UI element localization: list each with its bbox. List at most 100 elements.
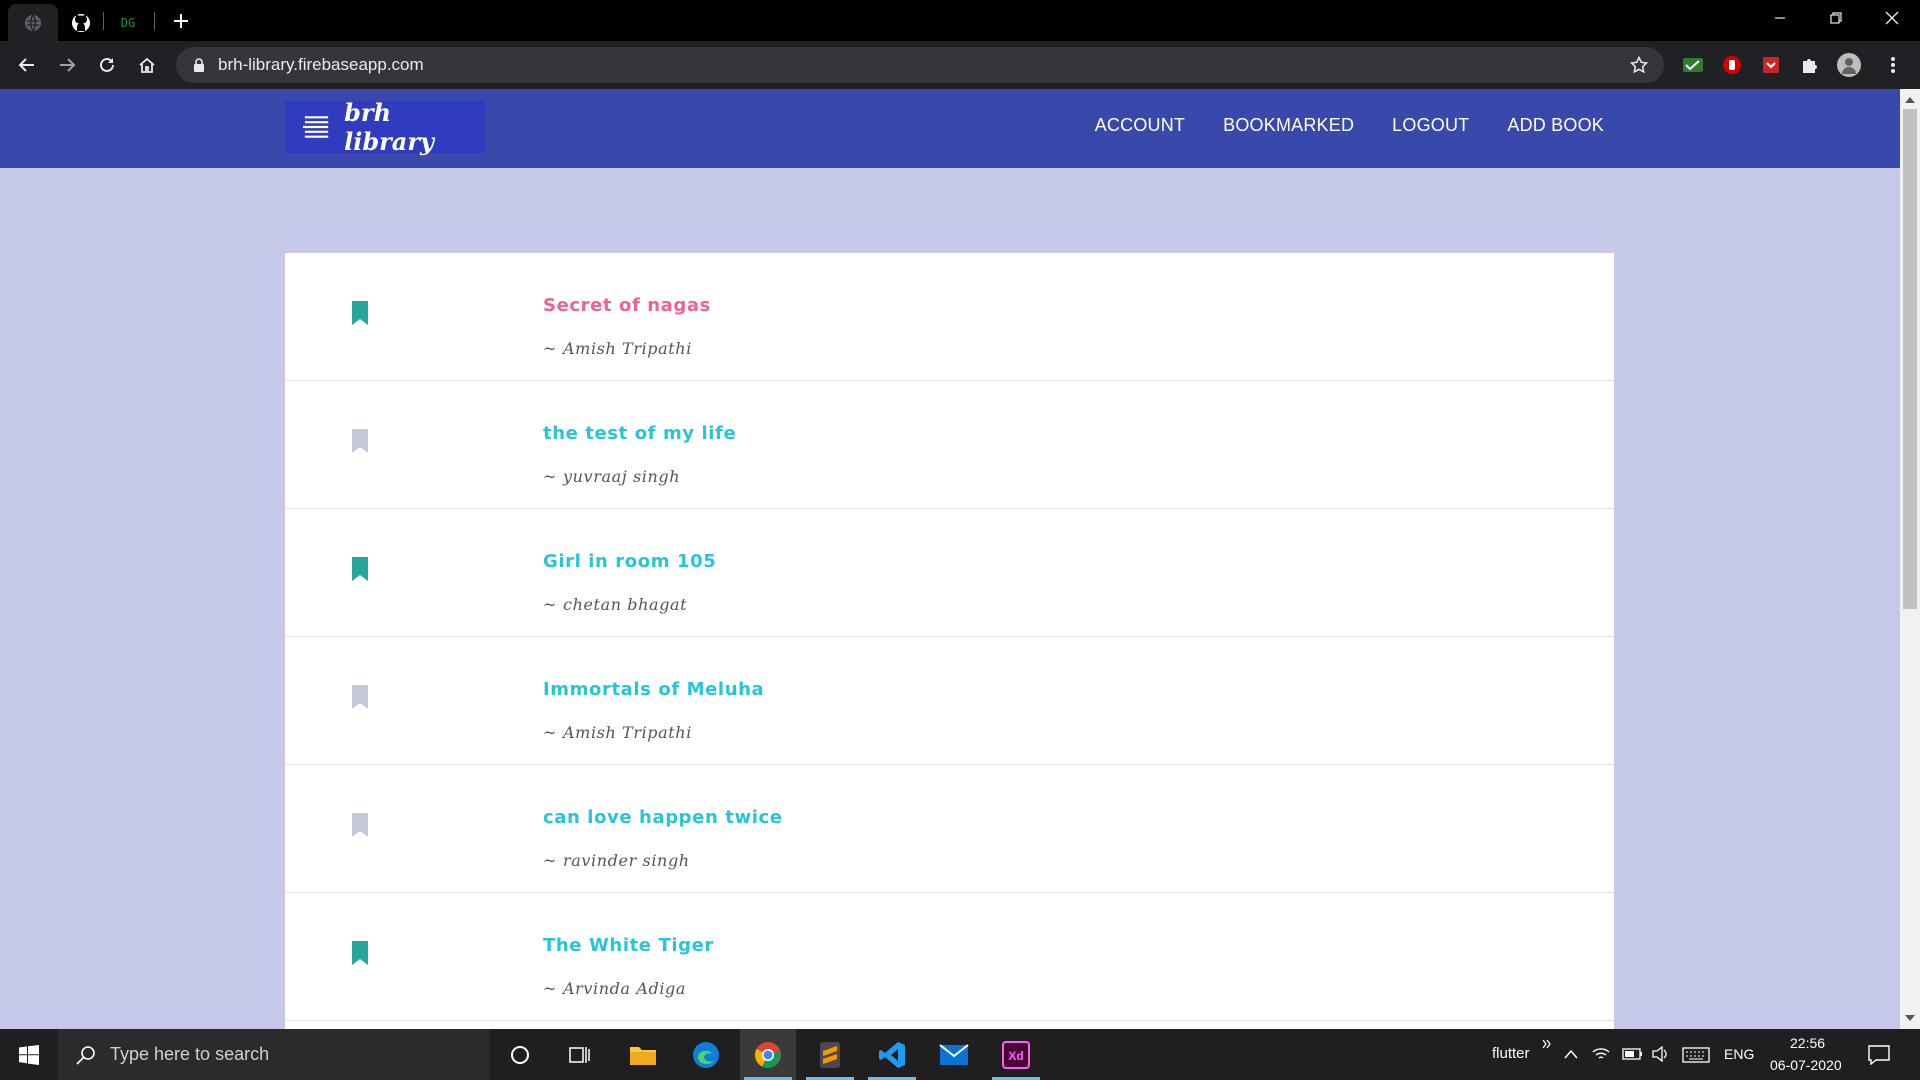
reload-icon: [100, 57, 114, 72]
home-icon: [139, 57, 155, 73]
browser-menu-button[interactable]: [1878, 50, 1908, 80]
brand-name: brh library: [344, 98, 434, 156]
taskbar-mail[interactable]: [926, 1029, 982, 1080]
mail-check-icon: [1683, 58, 1703, 72]
svg-text:Xd: Xd: [1008, 1049, 1023, 1063]
home-button[interactable]: [131, 49, 163, 81]
menu-lines-icon: [302, 116, 329, 138]
book-row[interactable]: The White Tiger ~ Arvinda Adiga: [285, 893, 1614, 1021]
lock-icon: [194, 58, 204, 72]
book-row[interactable]: the test of my life ~ yuvraaj singh: [285, 381, 1614, 509]
extension-hand-stop[interactable]: [1717, 50, 1747, 80]
taskbar-sublime[interactable]: [802, 1029, 858, 1080]
taskbar-adobe-xd[interactable]: Xd: [988, 1029, 1044, 1080]
puzzle-icon: [1803, 59, 1817, 73]
windows-logo-icon: [19, 1044, 39, 1065]
keyboard-icon[interactable]: [1682, 1047, 1710, 1063]
browser-tab-github[interactable]: [62, 4, 100, 41]
page-viewport: brh library ACCOUNT BOOKMARKED LOGOUT AD…: [0, 89, 1900, 1029]
scroll-down-arrow-icon[interactable]: [1905, 1015, 1915, 1021]
bookmark-icon[interactable]: [350, 557, 370, 581]
back-button[interactable]: [11, 49, 43, 81]
book-title[interactable]: can love happen twice: [543, 807, 783, 828]
bookmark-icon[interactable]: [350, 429, 370, 453]
chevron-up-icon[interactable]: [1564, 1049, 1578, 1059]
book-title[interactable]: The White Tiger: [543, 935, 714, 956]
browser-tab-bar: DG: [0, 0, 1920, 41]
book-author: ~ Amish Tripathi: [543, 339, 692, 358]
book-row[interactable]: can love happen twice ~ ravinder singh: [285, 765, 1614, 893]
clock-time[interactable]: 22:56: [1790, 1035, 1825, 1051]
taskbar-vscode[interactable]: [864, 1029, 920, 1080]
adobe-xd-icon: Xd: [1002, 1040, 1030, 1069]
search-icon: [76, 1045, 95, 1065]
new-tab-button[interactable]: [166, 6, 196, 36]
nav-account[interactable]: ACCOUNT: [1095, 115, 1185, 136]
browser-tab-active[interactable]: [8, 4, 58, 41]
mail-icon: [939, 1043, 969, 1065]
book-title[interactable]: Secret of nagas: [543, 295, 711, 316]
nav-bookmarked[interactable]: BOOKMARKED: [1223, 115, 1354, 136]
book-author-name: Amish Tripathi: [563, 339, 692, 358]
browser-tab-dg[interactable]: DG: [106, 4, 150, 41]
star-icon[interactable]: [1630, 56, 1648, 74]
restore-button[interactable]: [1808, 0, 1864, 36]
bookmark-icon[interactable]: [350, 941, 370, 965]
minimize-button[interactable]: [1752, 0, 1808, 36]
brand-logo[interactable]: brh library: [285, 98, 485, 156]
bookmark-icon[interactable]: [350, 301, 370, 325]
book-author-name: ravinder singh: [563, 851, 690, 870]
wifi-icon[interactable]: [1592, 1046, 1610, 1062]
book-title[interactable]: the test of my life: [543, 423, 736, 444]
notifications-icon[interactable]: [1868, 1045, 1890, 1065]
github-icon: [72, 13, 90, 32]
taskbar-chrome[interactable]: [740, 1029, 796, 1080]
clock-date[interactable]: 06-07-2020: [1770, 1057, 1842, 1073]
chevron-double-right-icon[interactable]: [1542, 1039, 1552, 1049]
page-scrollbar[interactable]: [1900, 89, 1920, 1029]
browser-toolbar: brh-library.firebaseapp.com: [0, 41, 1920, 89]
nav-logout[interactable]: LOGOUT: [1392, 115, 1469, 136]
forward-button[interactable]: [51, 49, 83, 81]
tray-app-label[interactable]: flutter: [1492, 1045, 1530, 1062]
plus-icon: [174, 14, 188, 28]
book-author-name: yuvraaj singh: [563, 467, 681, 486]
bookmark-icon[interactable]: [350, 685, 370, 709]
vscode-icon: [879, 1041, 905, 1068]
taskbar-search[interactable]: Type here to search: [58, 1029, 490, 1080]
taskbar-edge[interactable]: [678, 1029, 734, 1080]
arrow-right-icon: [60, 58, 76, 72]
bookmark-icon[interactable]: [350, 813, 370, 837]
task-view-button[interactable]: [552, 1029, 608, 1080]
battery-icon[interactable]: [1622, 1047, 1644, 1061]
volume-icon[interactable]: [1652, 1046, 1670, 1062]
book-title[interactable]: Immortals of Meluha: [543, 679, 764, 700]
scroll-up-arrow-icon[interactable]: [1905, 97, 1915, 103]
dg-tab-label: DG: [120, 15, 136, 30]
taskbar-file-explorer[interactable]: [615, 1029, 671, 1080]
minimize-icon: [1775, 17, 1785, 19]
cortana-button[interactable]: [492, 1029, 548, 1080]
scroll-thumb[interactable]: [1903, 109, 1917, 609]
arrow-left-icon: [18, 58, 34, 72]
extension-mail-check[interactable]: [1678, 50, 1708, 80]
book-row[interactable]: Girl in room 105 ~ chetan bhagat: [285, 509, 1614, 637]
globe-icon: [25, 14, 41, 31]
extension-pocket[interactable]: [1756, 50, 1786, 80]
language-indicator[interactable]: ENG: [1724, 1046, 1754, 1062]
book-row[interactable]: Immortals of Meluha ~ Amish Tripathi: [285, 637, 1614, 765]
book-title[interactable]: Girl in room 105: [543, 551, 716, 572]
close-icon: [1885, 11, 1899, 25]
url-text: brh-library.firebaseapp.com: [218, 55, 424, 74]
profile-avatar[interactable]: [1834, 50, 1864, 80]
extensions-button[interactable]: [1795, 50, 1825, 80]
book-list: Secret of nagas ~ Amish Tripathi the test…: [285, 253, 1614, 1029]
close-window-button[interactable]: [1864, 0, 1920, 36]
nav-add-book[interactable]: ADD BOOK: [1507, 115, 1604, 136]
book-author: ~ Arvinda Adiga: [543, 979, 687, 998]
address-bar[interactable]: brh-library.firebaseapp.com: [176, 47, 1664, 83]
tab-separator: [103, 12, 104, 30]
book-row[interactable]: Secret of nagas ~ Amish Tripathi: [285, 253, 1614, 381]
reload-button[interactable]: [91, 49, 123, 81]
start-button[interactable]: [0, 1029, 58, 1080]
